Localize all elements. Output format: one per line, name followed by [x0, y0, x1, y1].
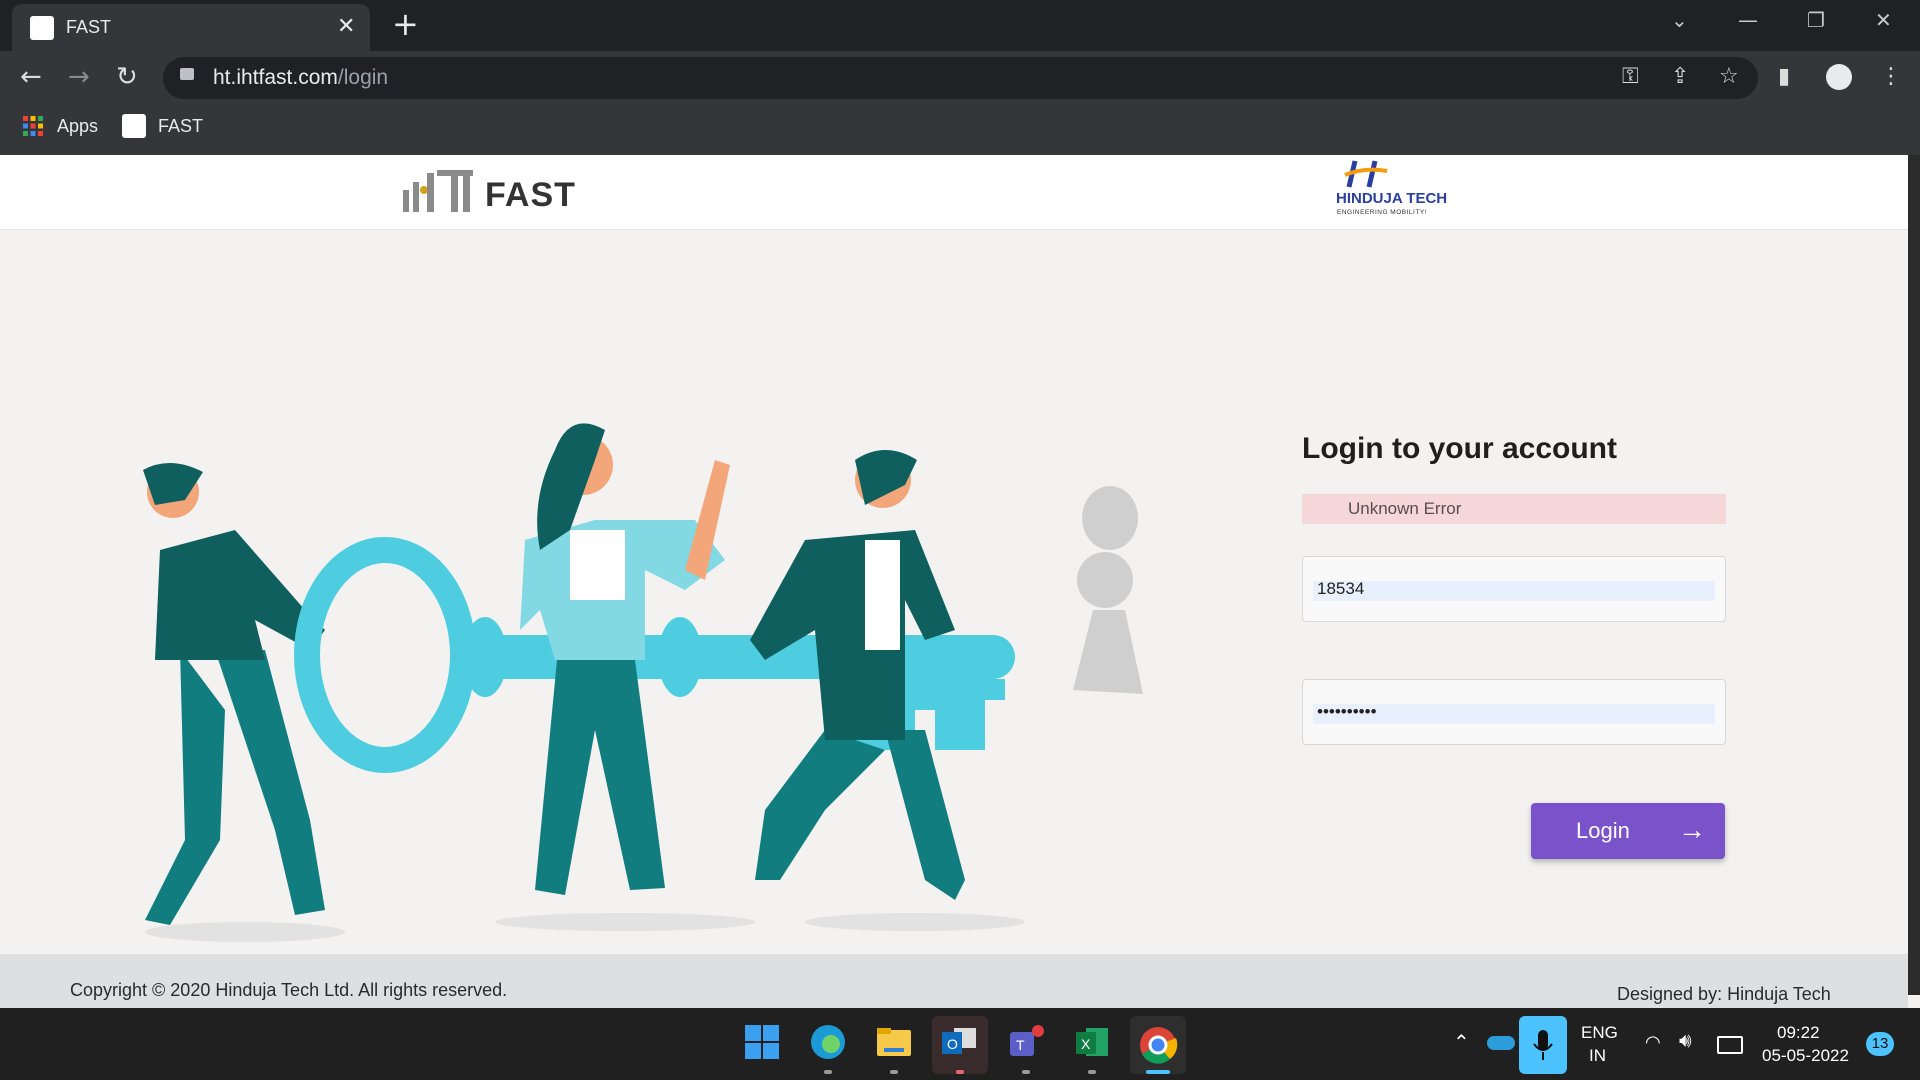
bookmark-star-icon[interactable]: ☆: [1719, 64, 1739, 89]
teams-icon[interactable]: T: [1006, 1022, 1046, 1062]
running-indicator: [1022, 1070, 1030, 1074]
excel-icon[interactable]: X: [1072, 1022, 1112, 1062]
error-message: Unknown Error: [1348, 499, 1462, 518]
battery-charging-icon[interactable]: [1717, 1036, 1743, 1054]
language-indicator[interactable]: ENG: [1581, 1023, 1618, 1043]
minimize-icon[interactable]: —: [1738, 8, 1758, 32]
address-bar[interactable]: [163, 57, 1758, 99]
region-indicator[interactable]: IN: [1589, 1046, 1606, 1066]
back-icon[interactable]: ←: [20, 62, 42, 92]
password-field[interactable]: [1302, 679, 1726, 745]
tab-search-chevron-icon[interactable]: ⌄: [1671, 8, 1688, 32]
share-icon[interactable]: ⇪: [1671, 64, 1689, 89]
close-tab-icon[interactable]: ✕: [337, 14, 355, 39]
arrow-right-icon: →: [1678, 814, 1706, 845]
running-indicator: [890, 1070, 898, 1074]
window-close-icon[interactable]: ✕: [1875, 8, 1892, 32]
username-field[interactable]: [1302, 556, 1726, 622]
fast-logo-text: FAST: [485, 176, 576, 214]
restore-icon[interactable]: ❐: [1807, 8, 1825, 32]
browser-tab[interactable]: FAST ✕: [12, 4, 370, 51]
running-indicator: [1088, 1070, 1096, 1074]
fast-bookmark-icon[interactable]: [122, 114, 146, 138]
error-alert: Unknown Error: [1302, 494, 1726, 524]
designed-by-text: Designed by: Hinduja Tech: [1617, 984, 1831, 1004]
bookmark-fast[interactable]: FAST: [158, 116, 203, 137]
edge-browser-icon[interactable]: [808, 1022, 848, 1062]
clock-time[interactable]: 09:22: [1777, 1023, 1820, 1043]
hinduja-tagline: ENGINEERING MOBILITY!: [1337, 209, 1427, 216]
file-explorer-icon[interactable]: [874, 1022, 914, 1062]
new-tab-icon[interactable]: +: [392, 8, 419, 40]
volume-icon[interactable]: 🔊︎: [1679, 1030, 1692, 1053]
chrome-icon[interactable]: [1130, 1016, 1186, 1074]
running-indicator: [956, 1070, 964, 1074]
apps-grid-icon[interactable]: [22, 115, 44, 137]
password-input[interactable]: [1317, 702, 1707, 722]
forward-icon[interactable]: →: [68, 62, 90, 92]
running-indicator: [824, 1070, 832, 1074]
key-icon[interactable]: ⚿: [1622, 64, 1639, 89]
side-panel-icon[interactable]: ▮: [1778, 64, 1790, 89]
microphone-icon[interactable]: [1519, 1016, 1567, 1074]
copyright-text: Copyright © 2020 Hinduja Tech Ltd. All r…: [70, 980, 508, 1000]
notification-badge[interactable]: 13: [1866, 1032, 1894, 1056]
profile-avatar-icon[interactable]: [1826, 64, 1852, 90]
fast-favicon: [30, 16, 54, 40]
bookmark-apps[interactable]: Apps: [57, 116, 98, 137]
people-carrying-key-illustration: [125, 410, 1155, 954]
menu-kebab-icon[interactable]: ⋮: [1880, 64, 1902, 89]
tab-title: FAST: [66, 17, 112, 37]
chevron-up-icon[interactable]: ⌃: [1453, 1030, 1470, 1055]
login-button-label: Login: [1576, 818, 1630, 843]
outlook-icon[interactable]: O: [932, 1016, 988, 1074]
login-heading: Login to your account: [1302, 432, 1617, 465]
svg-text:T: T: [1016, 1037, 1025, 1053]
clock-date[interactable]: 05-05-2022: [1762, 1046, 1849, 1066]
windows-start-icon[interactable]: [742, 1022, 782, 1062]
reload-icon[interactable]: ↻: [116, 62, 138, 92]
url-text[interactable]: ht.ihtfast.com/login: [213, 66, 388, 90]
url-host: ht.ihtfast.com: [213, 66, 338, 89]
svg-text:O: O: [947, 1036, 958, 1052]
page-header: [0, 155, 1908, 230]
url-path: /login: [337, 66, 389, 89]
page-scrollbar[interactable]: [1908, 155, 1920, 995]
login-button[interactable]: Login →: [1531, 803, 1725, 859]
username-input[interactable]: [1317, 579, 1707, 599]
iht-logo-icon: [403, 168, 475, 222]
hinduja-tech-name: HINDUJA TECH: [1336, 190, 1448, 207]
svg-text:X: X: [1081, 1036, 1091, 1052]
lock-icon[interactable]: [180, 68, 194, 80]
wifi-icon[interactable]: ◠: [1645, 1032, 1661, 1053]
onedrive-cloud-icon[interactable]: [1487, 1036, 1515, 1050]
active-indicator: [1146, 1070, 1170, 1074]
